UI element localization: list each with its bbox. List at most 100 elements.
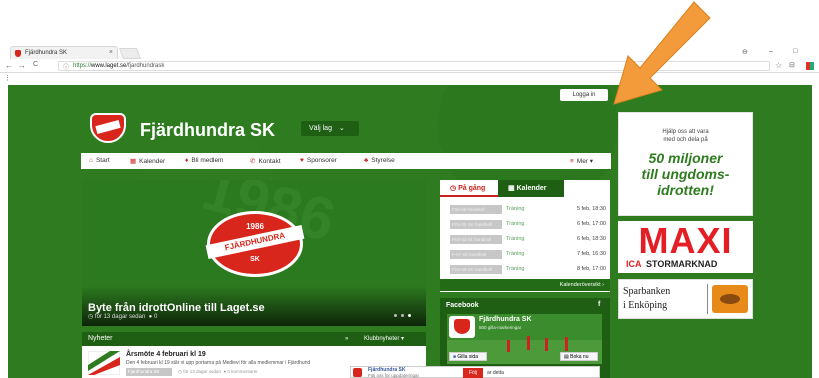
close-tab-icon[interactable]: × [109, 49, 113, 56]
ad2-stormarknad: STORMARKNAD [646, 259, 718, 269]
nav-start[interactable]: ⌂ Start [89, 157, 110, 164]
event-activity: Träning [506, 236, 525, 242]
event-date: 5 feb, 18:30 [576, 206, 606, 212]
info-icon: ⓘ [63, 65, 70, 71]
news-thumbnail[interactable] [88, 351, 120, 375]
tab-title: Fjärdhundra SK [25, 50, 68, 56]
choose-team-label: Välj lag [309, 125, 332, 132]
clock-icon: ◷ [178, 369, 182, 374]
extension-icon[interactable] [806, 62, 814, 70]
facebook-like-button[interactable]: ■ Gilla sida [449, 352, 487, 361]
chevron-down-icon: ⌄ [338, 125, 345, 132]
hero-meta: ◷ för 13 dagar sedan ● 0 [88, 313, 157, 320]
book-icon: ▤ [564, 354, 569, 360]
event-row[interactable]: P04-05 SK handboll Träning 6 feb, 17:00 [450, 220, 606, 230]
reload-icon[interactable]: C [33, 61, 38, 68]
nav-member[interactable]: ♦ Bli medlem [185, 157, 223, 164]
login-button[interactable]: Logga in [560, 89, 608, 101]
event-row[interactable]: P04-05 SK handboll Träning 8 feb, 17:00 [450, 265, 606, 275]
event-row[interactable]: F06-06 handboll Träning 5 feb, 18:30 [450, 205, 606, 215]
event-team: P03-02-01 handboll [450, 235, 502, 244]
ad3-line2: i Enköping [623, 300, 668, 311]
nav-more-label: Mer [576, 158, 588, 165]
menu-dots-icon[interactable]: ⋮ [4, 74, 11, 82]
tab-calendar-label: Kalender [516, 185, 547, 192]
choose-team-dropdown[interactable]: Välj lag ⌄ [301, 121, 359, 136]
maximize-icon[interactable]: □ [793, 48, 797, 55]
rss-icon[interactable]: » [345, 332, 348, 346]
nav-member-label: Bli medlem [191, 157, 224, 164]
user-profile-icon[interactable]: ⊖ [742, 48, 748, 56]
url-path: /fjardhundrask [126, 63, 165, 69]
url-host: www.laget.se [91, 63, 127, 69]
browser-tab[interactable]: Fjärdhundra SK × [10, 46, 118, 59]
facebook-icon[interactable]: f [598, 301, 600, 308]
event-row[interactable]: F-07-08 handboll Träning 7 feb, 16:30 [450, 250, 606, 260]
widget-text: Följ oss för uppdateringar [368, 373, 420, 378]
reader-icon[interactable]: ⊟ [789, 61, 795, 69]
event-date: 6 feb, 17:00 [576, 221, 606, 227]
fb-book-label: Boka nu [570, 354, 589, 360]
event-row[interactable]: P03-02-01 handboll Träning 6 feb, 18:30 [450, 235, 606, 245]
tab-ongoing[interactable]: ◷ På gång [440, 180, 498, 197]
phone-icon: ✆ [250, 158, 256, 165]
nav-start-label: Start [95, 157, 110, 164]
nav-calendar[interactable]: ▦ Kalender [130, 157, 165, 165]
facebook-book-button[interactable]: ▤ Boka nu [560, 352, 598, 361]
facebook-page-logo [449, 316, 475, 338]
facebook-page-name[interactable]: Fjärdhundra SK [479, 316, 532, 323]
hero-crest: 1986 FJÄRDHUNDRA SK [205, 211, 305, 277]
nav-more[interactable]: ≡ Mer ▾ [570, 157, 593, 165]
club-news-dropdown[interactable]: Klubbnyheter ▾ [364, 332, 404, 346]
nav-contact[interactable]: ✆ Kontakt [250, 157, 281, 165]
calendar-icon: ▦ [130, 158, 137, 165]
ad1-line2: med och dela på [663, 137, 708, 143]
event-date: 6 feb, 18:30 [576, 236, 606, 242]
sponsor-ad-sparbanken[interactable]: Sparbanken i Enköping [618, 279, 753, 319]
ad2-ica: ICA [626, 259, 642, 269]
slider-dot[interactable] [401, 314, 404, 317]
calendar-overview-link[interactable]: Kalenderöversikt › [440, 279, 610, 291]
event-activity: Träning [506, 221, 525, 227]
comment-icon: ● [223, 369, 227, 374]
annotation-arrow-icon [613, 1, 711, 105]
ad1-line1: Hjälp oss att vara [662, 129, 709, 135]
follow-button[interactable]: Följ [463, 368, 483, 378]
comment-icon: ● [148, 314, 153, 320]
bookmark-star-icon[interactable]: ☆ [775, 61, 782, 70]
main-nav: ⌂ Start ▦ Kalender ♦ Bli medlem ✆ Kontakt ♥ S… [81, 153, 611, 169]
facebook-cover-image[interactable]: Fjärdhundra SK 500 gilla-markeringar ■ G… [447, 314, 602, 364]
event-activity: Träning [506, 266, 525, 272]
ad2-maxi: MAXI [638, 220, 733, 261]
group-icon: ♣ [364, 157, 369, 164]
event-date: 7 feb, 16:30 [576, 251, 606, 257]
minimize-icon[interactable]: – [769, 48, 773, 55]
nav-sponsors[interactable]: ♥ Sponsorer [300, 157, 337, 164]
forward-icon[interactable]: → [18, 61, 26, 70]
sponsor-ad-50-miljoner[interactable]: Hjälp oss att vara med och dela på 50 mi… [618, 112, 753, 216]
nav-board[interactable]: ♣ Styrelse [364, 157, 395, 164]
hero-comments: 0 [153, 314, 158, 320]
news-header: Nyheter » Klubbnyheter ▾ [82, 332, 426, 346]
event-date: 8 feb, 17:00 [576, 266, 606, 272]
sponsor-ad-maxi[interactable]: MAXI ICA STORMARKNAD [618, 221, 753, 273]
slider-dot-active[interactable] [408, 314, 411, 317]
list-icon: ≡ [570, 158, 574, 165]
nav-contact-label: Kontakt [258, 158, 281, 165]
slider-dot[interactable] [394, 314, 397, 317]
news-time: för 13 dagar sedan [183, 369, 221, 374]
news-title[interactable]: Årsmöte 4 februari kl 19 [126, 351, 206, 358]
event-team: F-07-08 handboll [450, 250, 502, 259]
event-team: F06-06 handboll [450, 205, 502, 214]
tab-calendar[interactable]: ▦ Kalender [498, 180, 564, 197]
facebook-header: Facebook [446, 302, 479, 309]
crest-sk: SK [250, 256, 260, 263]
club-news-label: Klubbnyheter [364, 336, 400, 342]
tab-ongoing-label: På gång [458, 185, 486, 192]
club-name[interactable]: Fjärdhundra SK [140, 120, 275, 141]
back-icon[interactable]: ← [5, 61, 13, 70]
news-tag[interactable]: Fjärdhundra SK [126, 368, 172, 376]
new-tab-button[interactable] [118, 48, 142, 59]
fb-like-icon: ■ [453, 354, 457, 360]
ad3-line1: Sparbanken [623, 286, 671, 297]
